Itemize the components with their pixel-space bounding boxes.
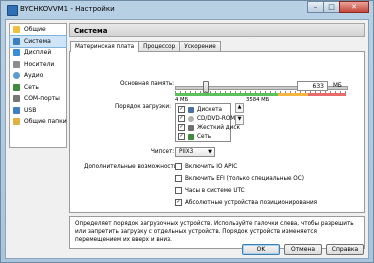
settings-window: BYCHKOVVM1 - Настройки – □ ✕ Общие Систе… (0, 0, 374, 263)
boot-order-list: ✓ Дискета ✓ CD/DVD-ROM ✓ Жесткий диск ✓ Сеть (175, 103, 240, 142)
general-icon (13, 26, 20, 34)
close-button[interactable]: ✕ (339, 1, 369, 13)
system-icon (13, 37, 20, 45)
checkbox[interactable] (175, 163, 182, 170)
shared-folder-icon (13, 118, 20, 126)
storage-icon (13, 60, 20, 68)
sidebar-item-network[interactable]: Сеть (10, 82, 66, 94)
memory-label: Основная память: (120, 81, 175, 87)
sidebar-item-audio[interactable]: Аудио (10, 70, 66, 82)
window-title: BYCHKOVVM1 - Настройки (20, 5, 115, 13)
cd-icon (188, 115, 194, 122)
memory-scale-bar (175, 93, 346, 96)
network-icon (13, 83, 20, 91)
network-icon (188, 133, 194, 140)
sidebar-item-system[interactable]: Система (9, 34, 67, 48)
floppy-icon (188, 106, 194, 113)
checkbox[interactable] (175, 175, 182, 182)
boot-order-label: Порядок загрузки: (115, 104, 171, 110)
checkbox[interactable]: ✓ (175, 199, 182, 206)
checkbox[interactable]: ✓ (178, 133, 185, 140)
ok-button[interactable]: OK (242, 244, 280, 255)
option-efi[interactable]: Включить EFI (только специальные ОС) (175, 175, 304, 182)
tab-motherboard[interactable]: Материнская плата (70, 41, 140, 52)
sidebar-item-com-ports[interactable]: COM-порты (10, 93, 66, 105)
cancel-button[interactable]: Отмена (284, 244, 322, 255)
boot-item-network[interactable]: ✓ Сеть (176, 132, 230, 141)
dialog-body: Общие Система Дисплей Носители Аудио Сет… (5, 19, 369, 259)
chipset-select[interactable]: PIIX3 ▼ (175, 147, 215, 157)
extra-features-label: Дополнительные возможности: (84, 164, 180, 170)
page-title: Система (69, 23, 365, 37)
window-controls: – □ ✕ (307, 1, 369, 14)
title-bar: BYCHKOVVM1 - Настройки – □ ✕ (1, 1, 373, 18)
minimize-button[interactable]: – (307, 1, 324, 13)
maximize-button[interactable]: □ (323, 1, 340, 13)
display-icon (13, 49, 20, 57)
usb-icon (13, 106, 20, 114)
option-io-apic[interactable]: Включить IO APIC (175, 163, 237, 170)
boot-order-arrows: ▲ ▼ (235, 103, 244, 127)
help-button[interactable]: Справка (326, 244, 364, 255)
checkbox[interactable]: ✓ (178, 124, 185, 131)
audio-icon (13, 72, 20, 80)
memory-value-field[interactable]: 633 (297, 81, 328, 91)
sidebar-item-storage[interactable]: Носители (10, 59, 66, 71)
sidebar-item-shared-folders[interactable]: Общие папки (10, 116, 67, 128)
sidebar-item-general[interactable]: Общие (10, 24, 66, 36)
boot-item-floppy[interactable]: ✓ Дискета (176, 105, 230, 114)
boot-item-hard-disk[interactable]: ✓ Жесткий диск (176, 123, 240, 132)
chevron-down-icon: ▼ (208, 149, 212, 155)
move-up-button[interactable]: ▲ (235, 103, 244, 113)
checkbox[interactable]: ✓ (178, 106, 185, 113)
motherboard-panel: Основная память: 4 МБ 3584 МБ 633 МБ Пор… (69, 51, 365, 213)
hard-disk-icon (188, 124, 194, 131)
option-utc-clock[interactable]: Часы в системе UTC (175, 187, 245, 194)
tab-processor[interactable]: Процессор (138, 41, 181, 51)
boot-item-cd[interactable]: ✓ CD/DVD-ROM (176, 114, 235, 123)
chipset-label: Чипсет: (151, 149, 175, 155)
virtualbox-icon (7, 5, 18, 16)
settings-sidebar: Общие Система Дисплей Носители Аудио Сет… (9, 23, 67, 148)
checkbox[interactable] (175, 187, 182, 194)
sidebar-item-display[interactable]: Дисплей (10, 47, 66, 59)
tab-acceleration[interactable]: Ускорение (179, 41, 221, 51)
move-down-button[interactable]: ▼ (235, 115, 244, 125)
option-absolute-pointing[interactable]: ✓ Абсолютные устройства позиционирования (175, 199, 317, 206)
com-port-icon (13, 95, 20, 103)
sidebar-item-usb[interactable]: USB (10, 105, 66, 117)
memory-unit-label: МБ (333, 83, 342, 89)
checkbox[interactable]: ✓ (178, 115, 185, 122)
memory-max-label: 3584 МБ (246, 97, 270, 103)
